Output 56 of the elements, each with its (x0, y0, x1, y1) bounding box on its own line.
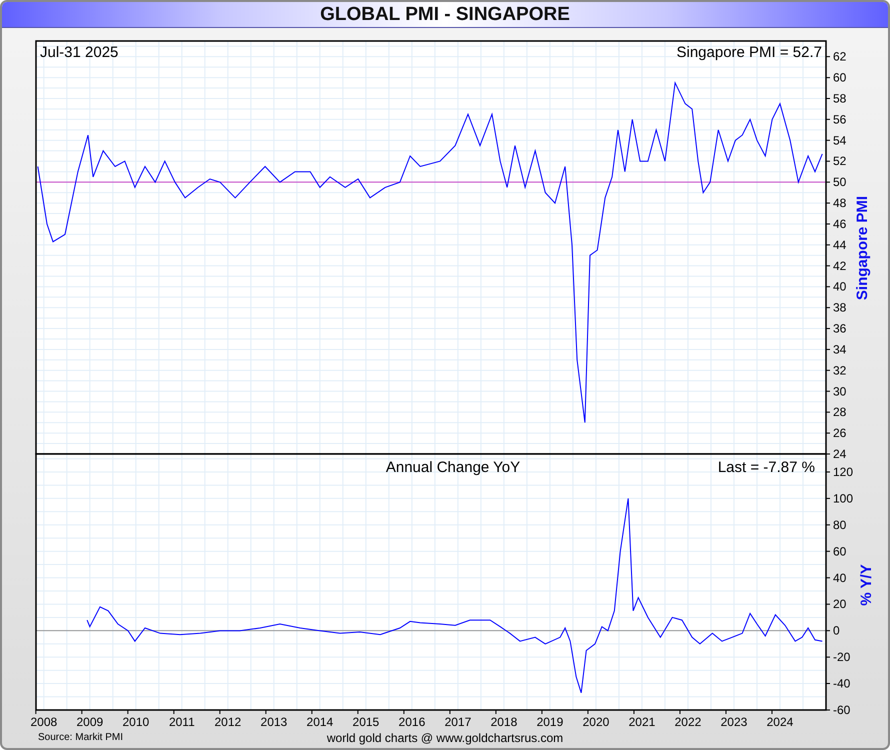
tick-label: 24 (833, 447, 846, 461)
tick-label: 26 (833, 426, 846, 440)
tick-label: 40 (833, 570, 846, 585)
tick-label: 2016 (398, 715, 426, 729)
tick-label: -60 (833, 703, 850, 717)
axis-title: Singapore PMI (854, 196, 871, 300)
tick-label: -20 (833, 650, 850, 664)
panel-title: Annual Change YoY (386, 459, 520, 476)
tick-label: 32 (833, 363, 846, 378)
tick-label: 2017 (444, 715, 472, 729)
tick-label: 50 (833, 175, 846, 190)
tick-label: 2019 (536, 715, 564, 729)
tick-label: 2020 (582, 715, 610, 729)
tick-label: 20 (833, 597, 846, 612)
tick-label: 2021 (628, 715, 656, 729)
tick-label: 30 (833, 384, 846, 398)
chart-title: GLOBAL PMI - SINGAPORE (320, 4, 570, 26)
tick-label: 36 (833, 322, 846, 336)
reading-label: Singapore PMI = 52.7 (676, 44, 822, 61)
tick-label: 56 (833, 112, 846, 126)
source-note: Source: Markit PMI (38, 732, 124, 744)
reading-label: Last = -7.87 % (718, 459, 815, 476)
tick-label: 54 (833, 133, 846, 148)
tick-label: 28 (833, 405, 846, 420)
axis-title: % Y/Y (858, 564, 875, 606)
tick-label: 2023 (720, 715, 748, 729)
tick-label: -40 (833, 676, 850, 691)
date-label: Jul-31 2025 (40, 44, 118, 61)
tick-label: 2022 (674, 715, 702, 729)
tick-label: 80 (833, 518, 846, 532)
tick-label: 62 (833, 50, 846, 64)
tick-label: 44 (833, 238, 846, 252)
tick-label: 40 (833, 280, 846, 294)
tick-label: 42 (833, 258, 846, 273)
tick-label: 34 (833, 342, 846, 356)
tick-label: 2018 (490, 715, 518, 729)
tick-label: 2013 (260, 715, 288, 729)
tick-label: 100 (833, 491, 854, 506)
tick-label: 2010 (122, 715, 150, 729)
tick-label: 58 (833, 92, 846, 106)
tick-label: 2009 (76, 715, 104, 729)
tick-label: 48 (833, 196, 846, 210)
tick-label: 38 (833, 300, 846, 315)
tick-label: 2024 (766, 715, 794, 729)
tick-label: 2014 (306, 715, 334, 729)
tick-label: 120 (833, 464, 854, 479)
tick-label: 60 (833, 544, 846, 558)
tick-label: 60 (833, 70, 846, 85)
tick-label: 52 (833, 154, 846, 168)
tick-label: 2011 (168, 715, 195, 729)
tick-label: 0 (833, 624, 840, 638)
tick-label: 46 (833, 216, 846, 231)
tick-label: 2015 (352, 715, 380, 729)
tick-label: 2008 (30, 715, 58, 729)
tick-label: 2012 (214, 715, 242, 729)
credit-text: world gold charts @ www.goldchartsrus.com (326, 732, 564, 744)
